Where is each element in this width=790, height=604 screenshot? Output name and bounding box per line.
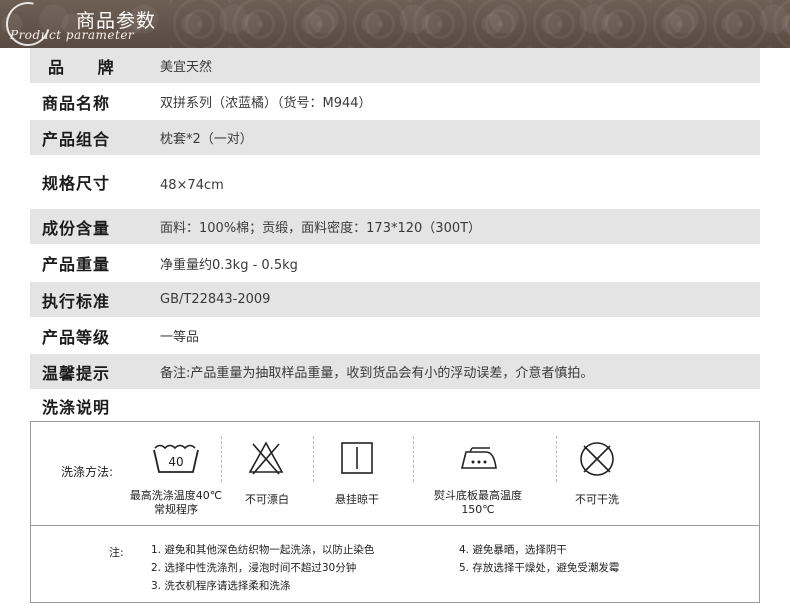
param-label: 产品组合	[42, 129, 111, 149]
param-row-combo: 产品组合 枕套*2（一对）	[30, 120, 760, 156]
hang-dry-caption: 悬挂晾干	[335, 493, 379, 506]
no-dry-clean-icon	[580, 442, 614, 476]
param-row-standard: 执行标准 GB/T22843-2009	[30, 282, 760, 318]
wash-40-icon: 40	[153, 444, 199, 473]
wash-caption: 最高洗涤温度40℃ 常规程序	[129, 489, 223, 516]
param-value: 双拼系列（浓蓝橘）（货号：M944）	[160, 96, 372, 111]
param-label: 成份含量	[42, 218, 111, 238]
param-label: 品 牌	[48, 57, 128, 77]
hang-dry-icon	[341, 442, 373, 474]
note-item: 3. 洗衣机程序请选择柔和洗涤	[151, 580, 291, 592]
param-row-size: 规格尺寸 48×74cm	[30, 156, 760, 209]
floral-pattern	[170, 0, 790, 48]
param-value: 净重量约0.3kg - 0.5kg	[160, 257, 298, 273]
divider	[556, 436, 557, 482]
param-label: 产品等级	[42, 327, 111, 347]
param-value: 美宜天然	[160, 60, 213, 75]
page-subtitle: Product parameter	[10, 28, 135, 42]
wash-temp-number: 40	[168, 455, 183, 469]
param-row-name: 商品名称 双拼系列（浓蓝橘）（货号：M944）	[30, 84, 760, 120]
no-bleach-icon	[248, 441, 284, 475]
param-value: 一等品	[160, 330, 200, 345]
param-value: 48×74cm	[160, 177, 224, 193]
param-row-grade: 产品等级 一等品	[30, 318, 760, 354]
parameter-table: 品 牌 美宜天然 商品名称 双拼系列（浓蓝橘）（货号：M944） 产品组合 枕套…	[30, 48, 760, 422]
param-label: 产品重量	[42, 255, 111, 274]
no-dry-clean-caption: 不可干洗	[575, 493, 619, 506]
note-item: 1. 避免和其他深色纺织物一起洗涤，以防止染色	[151, 544, 375, 556]
param-label: 执行标准	[42, 291, 111, 311]
param-value: 备注:产品重量为抽取样品重量，收到货品会有小的浮动误差，介意者慎拍。	[160, 366, 594, 381]
iron-caption: 熨斗底板最高温度 150℃	[434, 489, 522, 516]
param-label: 温馨提示	[42, 363, 111, 383]
iron-icon	[460, 447, 497, 469]
note-item: 5. 存放选择干燥处，避免受潮发霉	[459, 562, 620, 574]
note-item: 4. 避免暴晒，选择阴干	[459, 544, 567, 556]
divider	[413, 436, 414, 482]
param-row-washing: 洗涤说明	[30, 390, 760, 422]
param-label: 商品名称	[42, 93, 111, 113]
notes-label: 注:	[109, 546, 124, 559]
param-row-tip: 温馨提示 备注:产品重量为抽取样品重量，收到货品会有小的浮动误差，介意者慎拍。	[30, 354, 760, 390]
param-row-weight: 产品重量 净重量约0.3kg - 0.5kg	[30, 245, 760, 282]
param-value: GB/T22843-2009	[160, 292, 271, 307]
washing-divider	[31, 525, 759, 526]
divider	[313, 436, 314, 482]
param-value: 面料：100%棉；贡缎，面料密度：173*120（300T）	[160, 221, 482, 236]
divider	[221, 436, 222, 482]
no-bleach-caption: 不可漂白	[245, 493, 289, 506]
header-banner: 商品参数 Product parameter	[0, 0, 790, 55]
param-row-brand: 品 牌 美宜天然	[30, 48, 760, 84]
param-label: 洗涤说明	[42, 397, 111, 417]
param-row-material: 成份含量 面料：100%棉；贡缎，面料密度：173*120（300T）	[30, 209, 760, 245]
param-value: 枕套*2（一对）	[160, 132, 253, 147]
note-item: 2. 选择中性洗涤剂，浸泡时间不超过30分钟	[151, 562, 357, 574]
washing-method-label: 洗涤方法:	[61, 465, 114, 479]
washing-instructions: 洗涤方法: 40 最高洗涤温度40℃ 常规程序 不可漂白 悬挂晾干 熨斗底板最高…	[30, 421, 760, 603]
param-label: 规格尺寸	[42, 174, 111, 193]
